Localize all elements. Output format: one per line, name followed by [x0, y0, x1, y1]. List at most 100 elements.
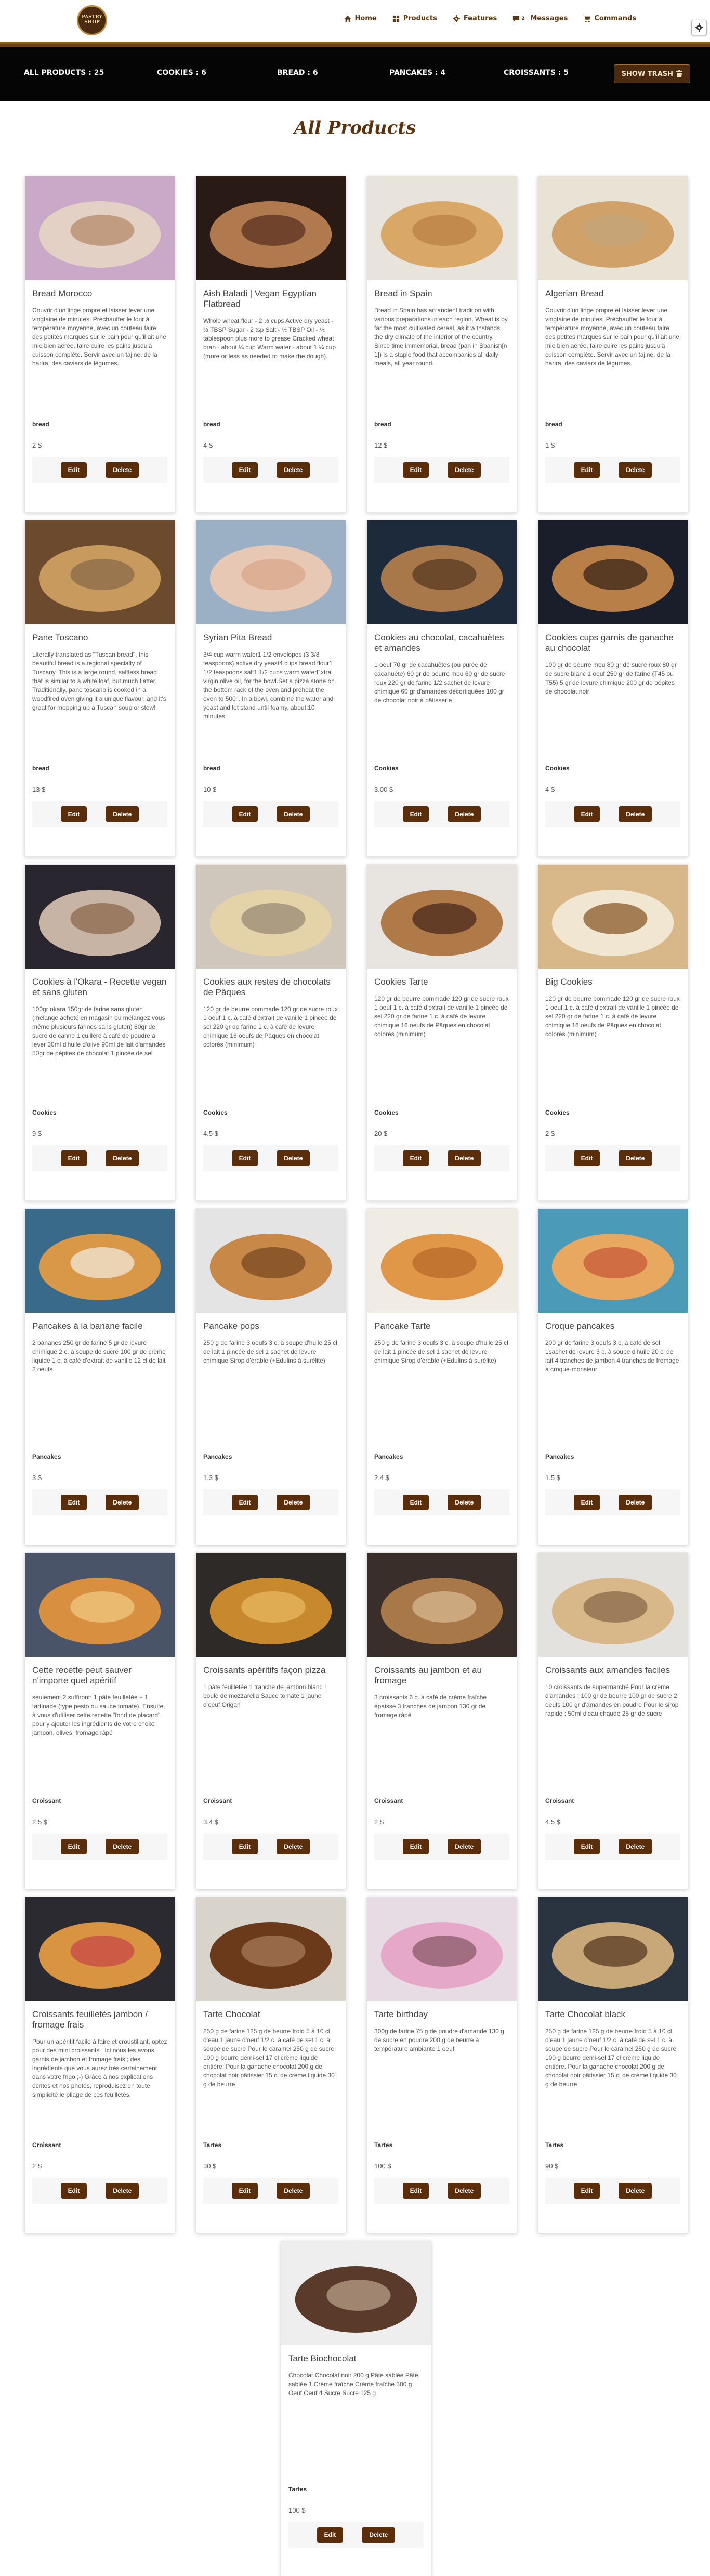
edit-button[interactable]: Edit — [231, 1150, 258, 1166]
delete-button[interactable]: Delete — [106, 1495, 139, 1510]
nav-commands[interactable]: Commands — [583, 15, 636, 22]
delete-button[interactable]: Delete — [277, 1150, 310, 1166]
delete-button[interactable]: Delete — [448, 806, 481, 822]
edit-button[interactable]: Edit — [402, 462, 429, 478]
edit-button[interactable]: Edit — [317, 2527, 344, 2543]
delete-button[interactable]: Delete — [619, 2183, 652, 2199]
edit-button[interactable]: Edit — [573, 1150, 600, 1166]
product-image — [196, 520, 346, 624]
edit-button[interactable]: Edit — [402, 1150, 429, 1166]
product-description: Whole wheat flour - 2 ½ cups Active dry … — [203, 317, 336, 360]
show-trash-button[interactable]: SHOW TRASH — [613, 64, 690, 83]
product-price: 9 $ — [32, 1130, 42, 1137]
product-card: Syrian Pita Bread 3/4 cup warm water1 1/2… — [195, 520, 346, 857]
product-price: 100 $ — [374, 2162, 391, 2170]
edit-button[interactable]: Edit — [573, 462, 600, 478]
settings-button[interactable] — [691, 20, 707, 35]
edit-button[interactable]: Edit — [60, 462, 87, 478]
edit-button[interactable]: Edit — [60, 1150, 87, 1166]
product-image — [538, 865, 688, 969]
edit-button[interactable]: Edit — [573, 1495, 600, 1510]
nav-features[interactable]: Features — [452, 15, 497, 22]
edit-button[interactable]: Edit — [231, 806, 258, 822]
edit-button[interactable]: Edit — [402, 806, 429, 822]
delete-button[interactable]: Delete — [362, 2527, 396, 2543]
card-body: Pancake pops 250 g de farine 3 oeufs 3 c.… — [196, 1313, 346, 1545]
product-price: 2 $ — [32, 2162, 42, 2170]
edit-button[interactable]: Edit — [573, 2183, 600, 2199]
delete-button[interactable]: Delete — [619, 462, 652, 478]
delete-button[interactable]: Delete — [448, 1495, 481, 1510]
delete-button[interactable]: Delete — [277, 1495, 310, 1510]
category-all-products[interactable]: ALL PRODUCTS : 25 — [24, 69, 104, 77]
card-body: Pane Toscano Literally translated as "Tus… — [25, 624, 175, 856]
product-category: Cookies — [545, 1109, 570, 1116]
delete-button[interactable]: Delete — [106, 1839, 139, 1854]
delete-button[interactable]: Delete — [448, 2183, 481, 2199]
delete-button[interactable]: Delete — [448, 1839, 481, 1854]
product-description: Chocolat Chocolat noir 200 g Pâte sablée… — [288, 2372, 418, 2397]
edit-button[interactable]: Edit — [60, 1839, 87, 1854]
message-icon — [513, 16, 520, 22]
product-category: bread — [374, 421, 391, 428]
delete-button[interactable]: Delete — [448, 462, 481, 478]
delete-button[interactable]: Delete — [106, 806, 139, 822]
product-card: Tarte Chocolat black 250 g de farine 125 … — [537, 1897, 688, 2233]
delete-button[interactable]: Delete — [619, 1495, 652, 1510]
edit-button[interactable]: Edit — [573, 1839, 600, 1854]
edit-button[interactable]: Edit — [402, 1495, 429, 1510]
product-title: Croissants au jambon et au fromage — [374, 1665, 482, 1685]
edit-button[interactable]: Edit — [231, 1839, 258, 1854]
edit-button[interactable]: Edit — [60, 1495, 87, 1510]
delete-button[interactable]: Delete — [619, 1839, 652, 1854]
category-pancakes[interactable]: PANCAKES : 4 — [389, 69, 445, 77]
product-category: Croissant — [545, 1797, 574, 1804]
top-navbar: PASTRY SHOP Home Products Features 2 Mes… — [0, 0, 710, 44]
delete-button[interactable]: Delete — [619, 806, 652, 822]
card-body: Aish Baladi | Vegan Egyptian Flatbread Wh… — [196, 280, 346, 512]
delete-button[interactable]: Delete — [106, 1150, 139, 1166]
delete-button[interactable]: Delete — [277, 1839, 310, 1854]
product-description: 250 g de farine 3 oeufs 3 c. à soupe d'h… — [374, 1339, 508, 1364]
brand-logo[interactable]: PASTRY SHOP — [77, 5, 107, 35]
card-actions: Edit Delete — [545, 1145, 680, 1171]
product-description: 1 oeuf 70 gr de cacahuètes (ou purée de … — [374, 661, 505, 704]
product-description: 120 gr de beurre pommade 120 gr de sucre… — [545, 995, 680, 1038]
product-card: Pane Toscano Literally translated as "Tus… — [24, 520, 175, 857]
nav-products[interactable]: Products — [392, 15, 437, 22]
product-price: 2.4 $ — [374, 1474, 389, 1482]
card-actions: Edit Delete — [203, 1489, 338, 1515]
delete-button[interactable]: Delete — [277, 806, 310, 822]
product-image — [196, 1209, 346, 1313]
product-image — [538, 1897, 688, 2001]
product-title: Pancake pops — [203, 1321, 259, 1331]
edit-button[interactable]: Edit — [60, 2183, 87, 2199]
delete-button[interactable]: Delete — [277, 2183, 310, 2199]
nav-home[interactable]: Home — [344, 15, 377, 22]
nav-messages-label: Messages — [530, 15, 568, 22]
product-category: Pancakes — [374, 1453, 403, 1460]
delete-button[interactable]: Delete — [277, 462, 310, 478]
product-category: Croissant — [374, 1797, 403, 1804]
edit-button[interactable]: Edit — [60, 806, 87, 822]
delete-button[interactable]: Delete — [106, 2183, 139, 2199]
nav-messages[interactable]: 2 Messages — [512, 15, 568, 22]
delete-button[interactable]: Delete — [448, 1150, 481, 1166]
delete-button[interactable]: Delete — [619, 1150, 652, 1166]
card-body: Big Cookies 120 gr de beurre pommade 120 … — [538, 969, 688, 1200]
edit-button[interactable]: Edit — [573, 806, 600, 822]
category-bread[interactable]: BREAD : 6 — [277, 69, 318, 77]
product-price: 4 $ — [203, 441, 213, 449]
edit-button[interactable]: Edit — [231, 1495, 258, 1510]
edit-button[interactable]: Edit — [231, 2183, 258, 2199]
card-actions: Edit Delete — [545, 1489, 680, 1515]
edit-button[interactable]: Edit — [231, 462, 258, 478]
product-card: Aish Baladi | Vegan Egyptian Flatbread Wh… — [195, 176, 346, 513]
delete-button[interactable]: Delete — [106, 462, 139, 478]
category-croissants[interactable]: CROISSANTS : 5 — [504, 69, 569, 77]
card-body: Pancakes à la banane facile 2 bananes 250… — [25, 1313, 175, 1545]
edit-button[interactable]: Edit — [402, 2183, 429, 2199]
product-category: Tartes — [545, 2141, 564, 2149]
edit-button[interactable]: Edit — [402, 1839, 429, 1854]
category-cookies[interactable]: COOKIES : 6 — [157, 69, 206, 77]
